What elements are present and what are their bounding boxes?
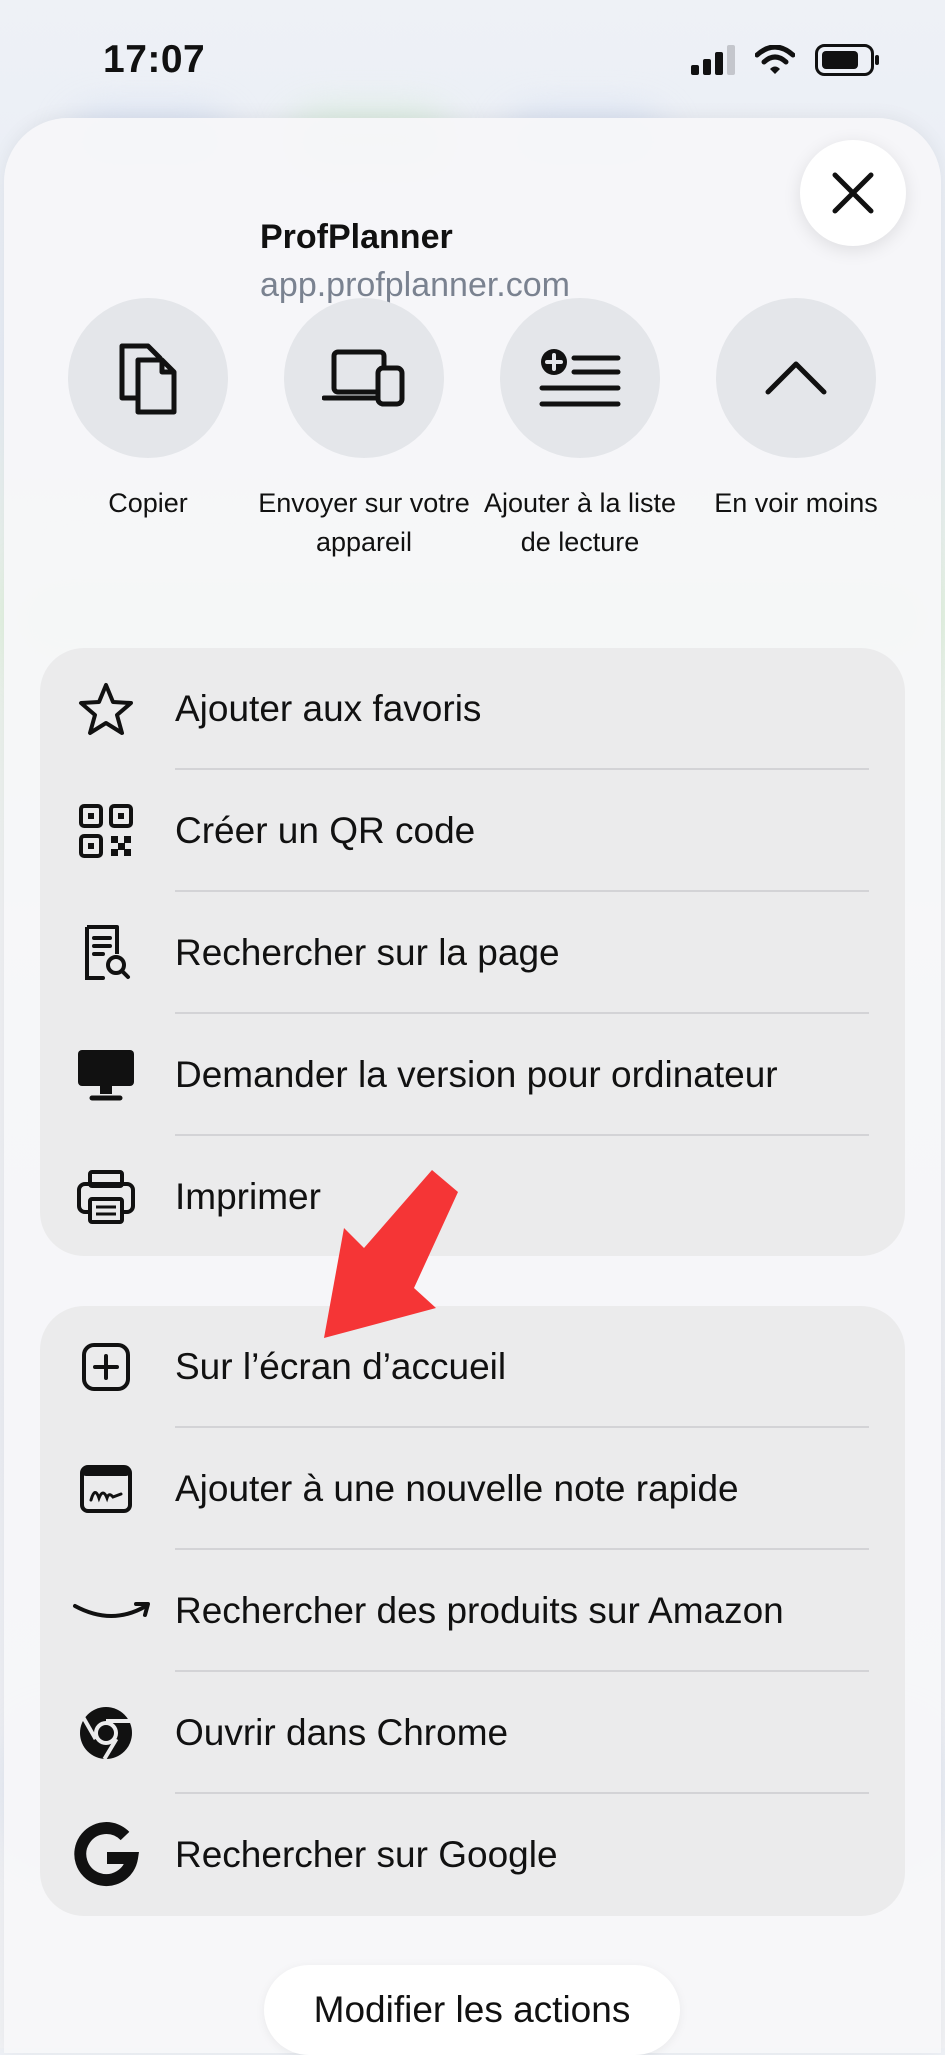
find-in-page-icon xyxy=(76,923,136,983)
quick-note-icon xyxy=(76,1459,136,1519)
chrome-icon xyxy=(76,1703,136,1763)
chevron-up-icon xyxy=(765,361,827,395)
add-square-icon xyxy=(76,1337,136,1397)
copy-icon xyxy=(119,343,177,415)
add-reading-list-action-circle xyxy=(500,298,660,458)
status-time: 17:07 xyxy=(103,38,206,81)
desktop-icon xyxy=(76,1045,136,1105)
search-amazon-row[interactable]: Rechercher des produits sur Amazon xyxy=(40,1550,905,1672)
amazon-icon xyxy=(72,1581,154,1641)
action-group-secondary: Sur l’écran d’accueil Ajouter à une nouv… xyxy=(40,1306,905,1916)
see-less-action-circle xyxy=(716,298,876,458)
wifi-icon xyxy=(755,45,795,74)
see-less-action[interactable]: En voir moins xyxy=(688,298,904,523)
print-row[interactable]: Imprimer xyxy=(40,1136,905,1256)
google-icon xyxy=(72,1821,140,1889)
site-title: ProfPlanner xyxy=(260,218,453,256)
edit-actions-button[interactable]: Modifier les actions xyxy=(264,1965,680,2055)
send-to-device-action-circle xyxy=(284,298,444,458)
action-group-primary: Ajouter aux favoris Créer un QR code Rec… xyxy=(40,648,905,1256)
search-google-row[interactable]: Rechercher sur Google xyxy=(40,1794,905,1916)
add-quick-note-label: Ajouter à une nouvelle note rapide xyxy=(175,1468,739,1509)
find-on-page-row[interactable]: Rechercher sur la page xyxy=(40,892,905,1014)
open-in-chrome-label: Ouvrir dans Chrome xyxy=(175,1712,509,1753)
create-qr-code-row[interactable]: Créer un QR code xyxy=(40,770,905,892)
create-qr-code-label: Créer un QR code xyxy=(175,810,476,851)
battery-icon xyxy=(815,44,879,76)
find-on-page-label: Rechercher sur la page xyxy=(175,932,560,973)
send-to-device-action-label: Envoyer sur votre appareil xyxy=(258,488,470,557)
request-desktop-site-row[interactable]: Demander la version pour ordinateur xyxy=(40,1014,905,1136)
close-icon xyxy=(832,172,874,214)
devices-icon xyxy=(322,349,405,407)
cellular-signal-icon xyxy=(691,45,735,75)
star-icon xyxy=(76,679,136,739)
close-button[interactable] xyxy=(800,140,906,246)
add-reading-list-action-label: Ajouter à la liste de lecture xyxy=(483,488,677,557)
search-amazon-label: Rechercher des produits sur Amazon xyxy=(175,1590,784,1631)
search-google-label: Rechercher sur Google xyxy=(175,1834,558,1875)
send-to-device-action[interactable]: Envoyer sur votre appareil xyxy=(256,298,472,562)
add-bookmark-row[interactable]: Ajouter aux favoris xyxy=(40,648,905,770)
open-in-chrome-row[interactable]: Ouvrir dans Chrome xyxy=(40,1672,905,1794)
printer-icon xyxy=(76,1167,136,1227)
annotation-arrow xyxy=(324,1170,458,1338)
add-bookmark-label: Ajouter aux favoris xyxy=(175,688,482,729)
copy-action-label: Copier xyxy=(108,488,188,518)
copy-action[interactable]: Copier xyxy=(40,298,256,523)
request-desktop-site-label: Demander la version pour ordinateur xyxy=(175,1054,778,1095)
add-reading-list-action[interactable]: Ajouter à la liste de lecture xyxy=(472,298,688,562)
qr-code-icon xyxy=(76,801,136,861)
status-bar: 17:07 xyxy=(0,0,945,120)
add-to-home-screen-row[interactable]: Sur l’écran d’accueil xyxy=(40,1306,905,1428)
see-less-action-label: En voir moins xyxy=(714,488,878,518)
add-quick-note-row[interactable]: Ajouter à une nouvelle note rapide xyxy=(40,1428,905,1550)
quick-actions: Copier Envoyer sur votre appareil Ajoute… xyxy=(40,298,905,598)
print-label: Imprimer xyxy=(175,1176,321,1217)
reading-list-icon xyxy=(539,349,621,407)
status-icons xyxy=(691,44,881,76)
copy-action-circle xyxy=(68,298,228,458)
